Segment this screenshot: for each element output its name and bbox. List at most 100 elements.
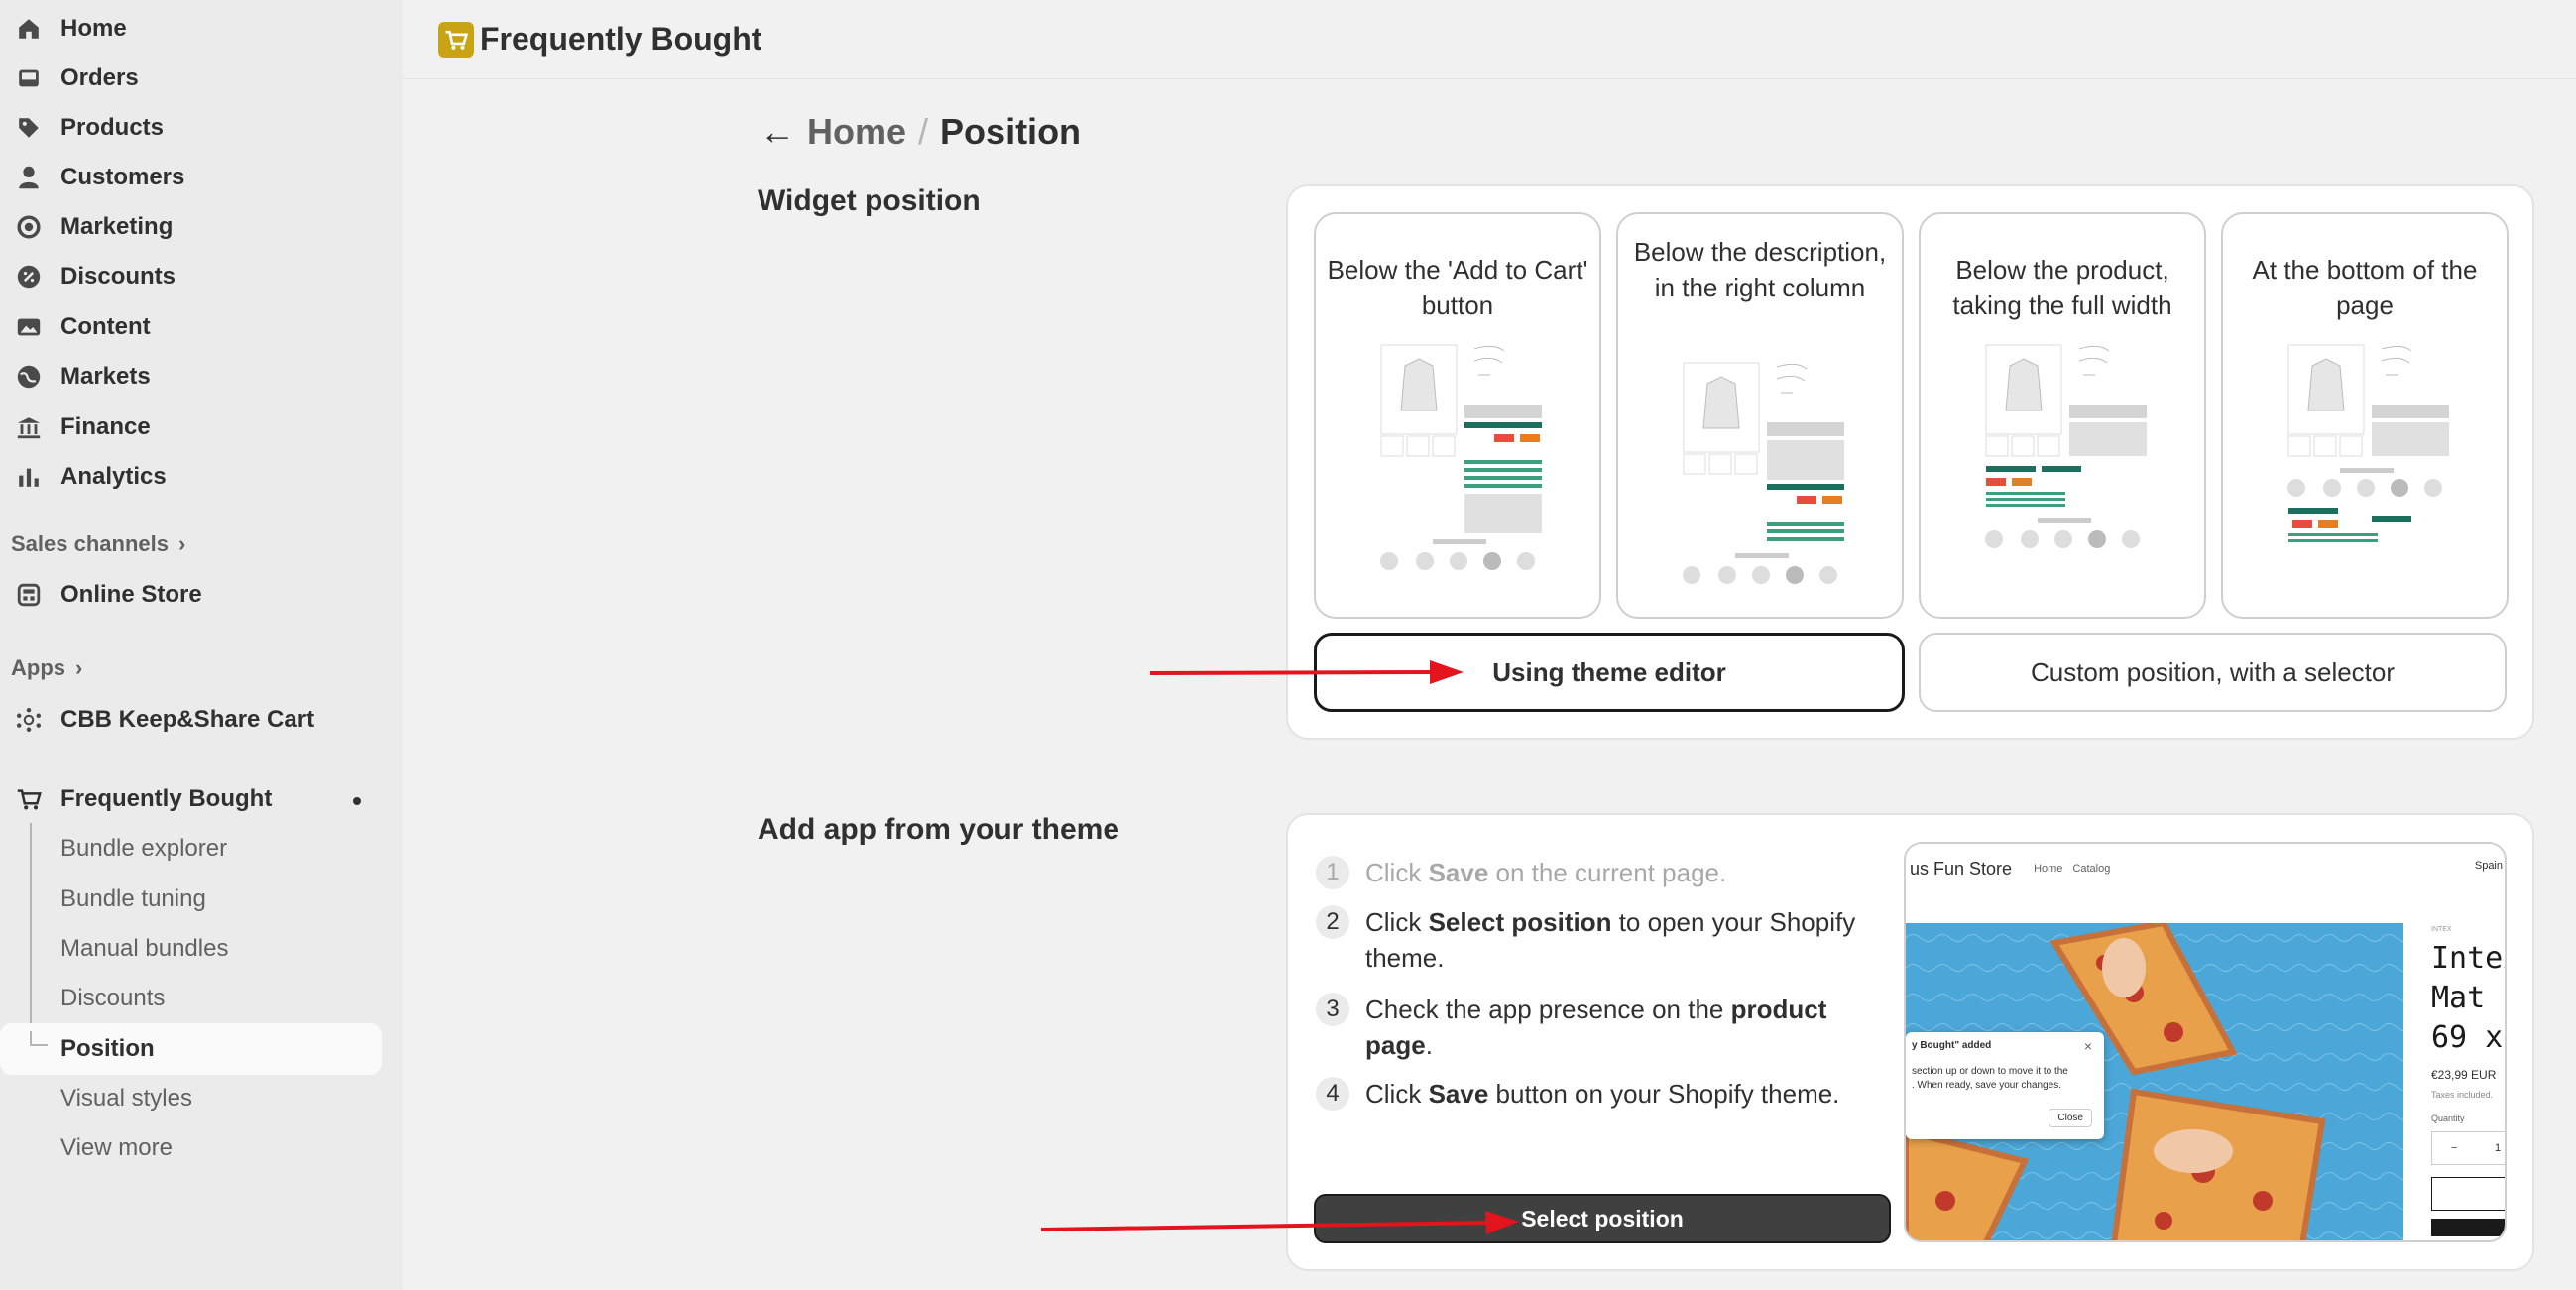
bar-chart-icon bbox=[14, 462, 44, 492]
layout-add-to-cart-illustration bbox=[1380, 344, 1542, 570]
nav-content[interactable]: Content bbox=[0, 302, 382, 352]
chevron-right-icon: › bbox=[75, 655, 83, 680]
sub-position[interactable]: Position bbox=[60, 1024, 155, 1074]
option-label: Below the 'Add to Cart' button bbox=[1327, 255, 1588, 320]
product-title-line-3: 69 x : bbox=[2431, 1020, 2505, 1055]
nav-analytics[interactable]: Analytics bbox=[0, 452, 382, 502]
nav-finance[interactable]: Finance bbox=[0, 403, 382, 452]
page-title: Position bbox=[940, 111, 1082, 152]
nav-orders-label: Orders bbox=[60, 64, 139, 91]
step-2: 2 Click Select position to open your Sho… bbox=[1316, 904, 1871, 976]
app-title: Frequently Bought bbox=[480, 21, 762, 57]
store-header: us Fun Store Home Catalog Spain bbox=[1906, 844, 2505, 893]
sub-view-more[interactable]: View more bbox=[60, 1123, 173, 1173]
person-icon bbox=[14, 163, 44, 192]
store-icon bbox=[14, 580, 44, 610]
quantity-label: Quantity bbox=[2431, 1114, 2465, 1123]
apps-heading[interactable]: Apps › bbox=[11, 655, 82, 681]
product-info: Intex Mat F 69 x : €23,99 EUR Taxes incl… bbox=[2431, 939, 2505, 1236]
add-to-cart-placeholder bbox=[2431, 1177, 2505, 1211]
tree-line bbox=[30, 823, 32, 1041]
close-icon[interactable]: × bbox=[2084, 1038, 2092, 1054]
step-text: Click Select position to open your Shopi… bbox=[1365, 907, 1856, 973]
step-number: 4 bbox=[1316, 1077, 1349, 1111]
globe-icon bbox=[14, 362, 44, 392]
sidebar: Home Orders Products Customers Marketing… bbox=[0, 0, 403, 1290]
nav-home[interactable]: Home bbox=[0, 4, 382, 54]
option-label: Below the product, taking the full width bbox=[1952, 255, 2172, 320]
sales-channels-heading[interactable]: Sales channels › bbox=[11, 531, 185, 557]
store-region: Spain bbox=[2474, 860, 2503, 872]
cart-icon bbox=[14, 784, 44, 814]
step-number: 3 bbox=[1316, 993, 1349, 1026]
active-app-dot bbox=[353, 797, 361, 805]
sub-manual-bundles[interactable]: Manual bundles bbox=[60, 924, 228, 974]
option-below-add-to-cart[interactable]: Below the 'Add to Cart' button bbox=[1314, 212, 1601, 619]
modal-body: section up or down to move it to the . W… bbox=[1912, 1066, 2068, 1091]
image-icon bbox=[14, 312, 44, 342]
target-icon bbox=[14, 212, 44, 242]
nav-markets-label: Markets bbox=[60, 363, 151, 390]
step-text: Click Save button on your Shopify theme. bbox=[1365, 1079, 1840, 1109]
nav-products[interactable]: Products bbox=[0, 103, 382, 153]
layout-full-width-illustration bbox=[1985, 344, 2147, 548]
tree-branch-icon bbox=[30, 1031, 48, 1046]
nav-marketing-label: Marketing bbox=[60, 213, 174, 240]
sub-bundle-tuning[interactable]: Bundle tuning bbox=[60, 875, 206, 924]
chevron-right-icon: › bbox=[177, 531, 186, 556]
option-label: Below the description, in the right colu… bbox=[1633, 237, 1887, 302]
option-label: At the bottom of the page bbox=[2252, 255, 2478, 320]
product-price: €23,99 EUR bbox=[2431, 1068, 2497, 1082]
nav-cbb-label: CBB Keep&Share Cart bbox=[60, 706, 315, 733]
product-brand: INTEX bbox=[2431, 926, 2452, 933]
nav-discounts[interactable]: Discounts bbox=[0, 252, 382, 301]
nav-content-label: Content bbox=[60, 313, 151, 340]
nav-markets[interactable]: Markets bbox=[0, 352, 382, 402]
network-icon bbox=[14, 705, 44, 735]
annotation-arrow-theme-editor bbox=[1149, 660, 1464, 684]
nav-frequently-bought[interactable]: Frequently Bought bbox=[0, 774, 382, 824]
breadcrumb-home-link[interactable]: Home bbox=[807, 111, 906, 153]
add-app-title: Add app from your theme bbox=[758, 813, 1120, 846]
widget-position-title: Widget position bbox=[758, 184, 981, 217]
step-4: 4 Click Save button on your Shopify them… bbox=[1316, 1076, 1871, 1112]
active-item-background bbox=[0, 1023, 382, 1075]
bank-icon bbox=[14, 412, 44, 442]
nav-home-label: Home bbox=[60, 15, 127, 42]
sub-visual-styles[interactable]: Visual styles bbox=[60, 1074, 192, 1123]
app-logo-icon bbox=[438, 21, 474, 58]
nav-marketing[interactable]: Marketing bbox=[0, 202, 382, 252]
app-header: Frequently Bought bbox=[403, 0, 2576, 79]
nav-analytics-label: Analytics bbox=[60, 463, 167, 490]
step-1: 1 Click Save on the current page. bbox=[1316, 855, 1871, 890]
back-arrow-icon[interactable]: ← bbox=[760, 111, 795, 153]
modal-close-button[interactable]: Close bbox=[2049, 1109, 2092, 1127]
nav-products-label: Products bbox=[60, 114, 165, 141]
product-title-line-2: Mat F bbox=[2431, 981, 2505, 1015]
theme-preview-screenshot: us Fun Store Home Catalog Spain y Bought"… bbox=[1904, 842, 2507, 1242]
custom-position-button[interactable]: Custom position, with a selector bbox=[1919, 633, 2507, 712]
nav-cbb-keep-share[interactable]: CBB Keep&Share Cart bbox=[0, 695, 382, 745]
step-number: 2 bbox=[1316, 905, 1349, 939]
nav-discounts-label: Discounts bbox=[60, 263, 176, 290]
nav-orders[interactable]: Orders bbox=[0, 54, 382, 103]
breadcrumb-separator: / bbox=[918, 111, 929, 152]
quantity-stepper: −1 bbox=[2431, 1131, 2505, 1165]
product-title-line-1: Intex bbox=[2431, 941, 2505, 976]
layout-description-illustration bbox=[1683, 362, 1844, 584]
home-icon bbox=[14, 14, 44, 44]
nav-customers[interactable]: Customers bbox=[0, 153, 382, 202]
option-bottom-of-page[interactable]: At the bottom of the page bbox=[2221, 212, 2509, 619]
option-below-description[interactable]: Below the description, in the right colu… bbox=[1616, 212, 1904, 619]
annotation-arrow-select-position bbox=[1040, 1211, 1519, 1234]
buy-now-placeholder bbox=[2431, 1219, 2505, 1236]
discount-icon bbox=[14, 262, 44, 292]
option-below-product-full-width[interactable]: Below the product, taking the full width bbox=[1919, 212, 2206, 619]
layout-bottom-illustration bbox=[2287, 344, 2449, 542]
nav-online-store-label: Online Store bbox=[60, 581, 202, 608]
step-3: 3 Check the app presence on the product … bbox=[1316, 992, 1871, 1063]
nav-online-store[interactable]: Online Store bbox=[0, 570, 382, 620]
sub-discounts[interactable]: Discounts bbox=[60, 974, 165, 1023]
inbox-icon bbox=[14, 63, 44, 93]
sub-bundle-explorer[interactable]: Bundle explorer bbox=[60, 824, 227, 874]
